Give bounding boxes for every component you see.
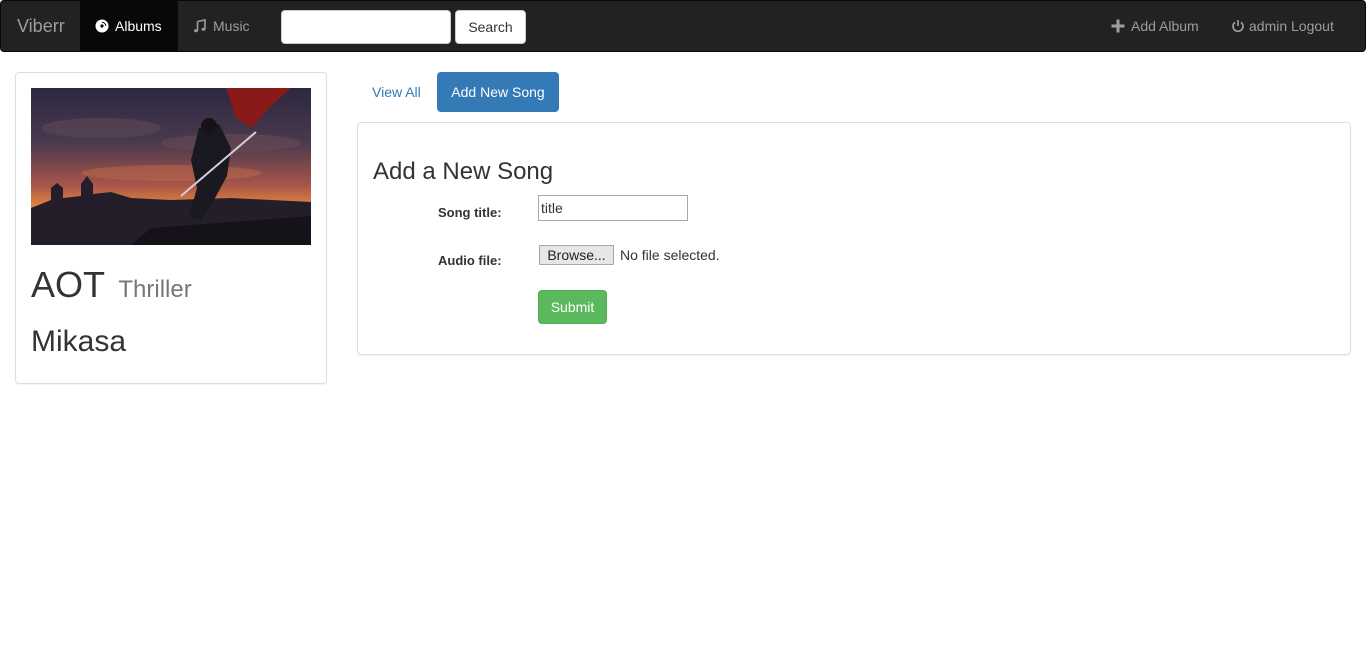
power-icon — [1232, 20, 1244, 33]
tab-view-all[interactable]: View All — [357, 72, 436, 112]
search-input[interactable] — [281, 10, 451, 44]
audio-file-label: Audio file: — [438, 253, 502, 268]
nav-logout[interactable]: admin Logout — [1216, 1, 1349, 51]
album-card: AOT Thriller Mikasa — [15, 72, 327, 384]
nav-albums[interactable]: Albums — [80, 1, 178, 51]
disc-icon — [95, 19, 109, 33]
file-status-text: No file selected. — [620, 247, 720, 263]
nav-music-label: Music — [213, 18, 250, 34]
search-button[interactable]: Search — [455, 10, 526, 44]
nav-logout-label: admin Logout — [1249, 18, 1334, 34]
top-navbar: Viberr Albums Music Search Add Album adm… — [0, 0, 1366, 52]
album-artwork-image — [31, 88, 311, 245]
song-title-label: Song title: — [438, 205, 502, 220]
add-song-panel: Add a New Song Song title: title Audio f… — [357, 122, 1351, 355]
submit-button[interactable]: Submit — [538, 290, 607, 324]
song-title-input[interactable]: title — [538, 195, 688, 221]
album-title-heading: AOT Thriller — [31, 263, 192, 312]
nav-albums-label: Albums — [115, 18, 162, 34]
browse-button[interactable]: Browse... — [539, 245, 614, 265]
music-note-icon — [194, 19, 206, 33]
nav-music[interactable]: Music — [178, 1, 265, 51]
plus-icon — [1111, 19, 1125, 33]
nav-add-album-label: Add Album — [1131, 18, 1199, 34]
tab-add-new-song[interactable]: Add New Song — [437, 72, 559, 112]
album-genre: Thriller — [118, 276, 192, 303]
brand-link[interactable]: Viberr — [17, 1, 65, 51]
form-heading: Add a New Song — [373, 158, 554, 185]
nav-add-album[interactable]: Add Album — [1096, 1, 1214, 51]
album-title: AOT — [31, 264, 105, 305]
album-artist: Mikasa — [31, 325, 127, 358]
